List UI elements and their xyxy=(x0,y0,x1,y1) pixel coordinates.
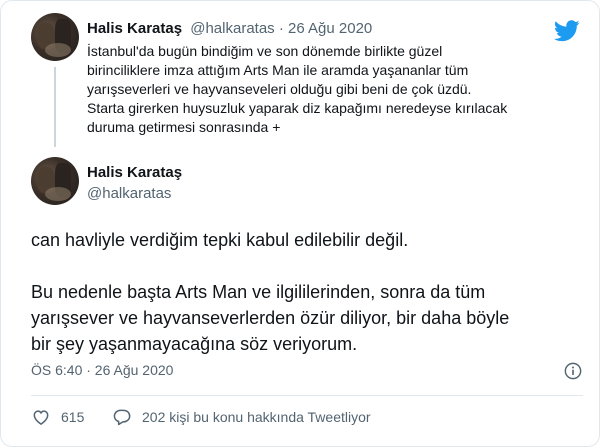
author-handle[interactable]: @halkaratas xyxy=(190,20,274,37)
like-count[interactable]: 615 xyxy=(61,409,84,425)
tweet-text: can havliyle verdiğim tepki kabul edileb… xyxy=(31,230,510,354)
avatar[interactable] xyxy=(31,157,79,205)
heart-icon[interactable] xyxy=(31,407,51,427)
author-handle[interactable]: @halkaratas xyxy=(87,185,171,202)
divider xyxy=(31,395,583,396)
tweet-date[interactable]: 26 Ağu 2020 xyxy=(288,20,372,37)
twitter-bird-icon[interactable] xyxy=(554,20,580,42)
reply-bubble-icon[interactable] xyxy=(112,407,132,427)
info-icon[interactable] xyxy=(564,362,582,380)
author-name[interactable]: Halis Karataş xyxy=(87,20,182,37)
tweet-card: Halis Karataş @halkaratas · 26 Ağu 2020 … xyxy=(0,0,600,447)
author-name[interactable]: Halis Karataş xyxy=(87,164,182,181)
parent-tweet-header: Halis Karataş @halkaratas · 26 Ağu 2020 xyxy=(87,20,372,37)
avatar[interactable] xyxy=(31,13,79,61)
reply-conversation-link[interactable]: 202 kişi bu konu hakkında Tweetliyor xyxy=(142,409,371,425)
thread-connector-line xyxy=(54,67,56,147)
separator-dot: · xyxy=(278,20,284,37)
parent-tweet-text: İstanbul'da bugün bindiğim ve son dönemd… xyxy=(87,43,508,135)
tweet-timestamp[interactable]: ÖS 6:40 · 26 Ağu 2020 xyxy=(31,362,173,378)
